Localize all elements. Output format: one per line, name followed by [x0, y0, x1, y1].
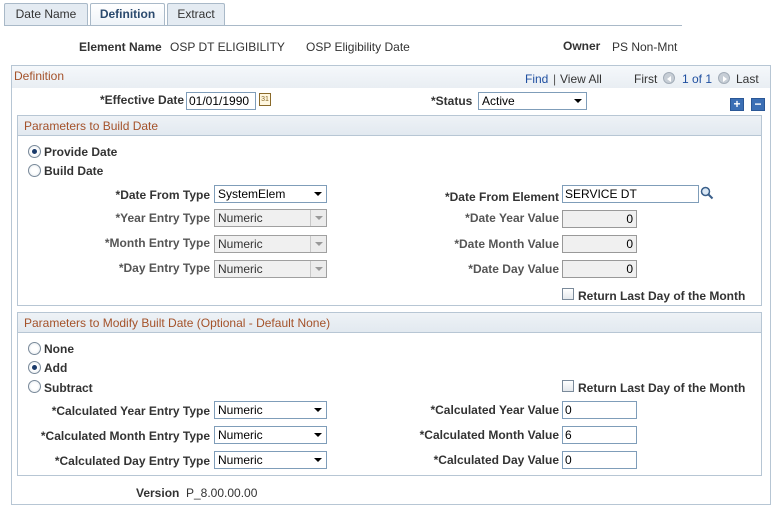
chevron-down-icon — [570, 93, 586, 109]
month-entry-type-select: Numeric — [214, 235, 327, 253]
element-name-value: OSP DT ELIGIBILITY — [170, 40, 285, 54]
calc-day-value-label: *Calculated Day Value — [433, 453, 559, 467]
year-entry-type-select: Numeric — [214, 209, 327, 227]
provide-date-radio[interactable] — [28, 145, 41, 158]
year-entry-type-label: *Year Entry Type — [115, 211, 211, 225]
tab-divider — [4, 25, 682, 26]
date-year-value-label: *Date Year Value — [465, 211, 559, 225]
build-date-header: Parameters to Build Date — [18, 116, 761, 136]
calc-month-entry-type-value: Numeric — [218, 428, 263, 442]
build-return-last-day-label: Return Last Day of the Month — [578, 289, 746, 303]
owner-value: PS Non-Mnt — [612, 40, 678, 54]
date-from-element-input[interactable]: SERVICE DT — [562, 185, 699, 203]
tab-definition[interactable]: Definition — [90, 3, 165, 26]
status-label: *Status — [431, 94, 473, 108]
none-label: None — [44, 342, 74, 356]
build-return-last-day-checkbox[interactable] — [562, 288, 574, 300]
subtract-radio[interactable] — [28, 380, 41, 393]
date-from-type-value: SystemElem — [218, 187, 286, 201]
add-row-icon[interactable]: + — [730, 98, 744, 111]
day-entry-type-value: Numeric — [218, 262, 263, 276]
year-entry-type-value: Numeric — [218, 211, 263, 225]
status-select[interactable]: Active — [478, 92, 587, 110]
modify-date-header: Parameters to Modify Built Date (Optiona… — [18, 313, 761, 333]
search-icon[interactable] — [700, 186, 714, 200]
modify-return-last-day-checkbox[interactable] — [562, 380, 574, 392]
none-radio[interactable] — [28, 342, 41, 355]
tab-label: Date Name — [15, 7, 77, 21]
chevron-down-icon — [310, 402, 326, 418]
month-entry-type-value: Numeric — [218, 237, 263, 251]
separator: | — [553, 72, 557, 86]
chevron-down-icon — [310, 427, 326, 443]
chevron-down-icon — [310, 186, 326, 202]
calc-day-entry-type-select[interactable]: Numeric — [214, 451, 327, 469]
chevron-down-icon — [310, 236, 326, 252]
month-entry-type-label: *Month Entry Type — [104, 236, 210, 250]
first-label: First — [634, 72, 658, 86]
day-entry-type-select: Numeric — [214, 260, 327, 278]
effective-date-input[interactable]: 01/01/1990 — [186, 92, 256, 110]
status-value: Active — [482, 94, 515, 108]
date-month-value-label: *Date Month Value — [454, 237, 559, 251]
chevron-down-icon — [310, 261, 326, 277]
add-label: Add — [44, 361, 68, 375]
tab-date-name[interactable]: Date Name — [4, 3, 88, 25]
find-link[interactable]: Find — [525, 72, 548, 86]
calendar-icon[interactable]: 31 — [259, 93, 271, 106]
calc-month-value-label: *Calculated Month Value — [419, 428, 559, 442]
last-label: Last — [736, 72, 759, 86]
chevron-down-icon — [310, 210, 326, 226]
owner-label: Owner — [563, 39, 601, 53]
delete-row-icon[interactable]: − — [751, 98, 765, 111]
modify-return-last-day-label: Return Last Day of the Month — [578, 381, 746, 395]
calc-month-entry-type-label: *Calculated Month Entry Type — [40, 429, 210, 443]
calc-year-value-input[interactable]: 0 — [562, 401, 637, 419]
calc-year-entry-type-select[interactable]: Numeric — [214, 401, 327, 419]
add-radio[interactable] — [28, 361, 41, 374]
tab-label: Definition — [99, 7, 156, 21]
day-entry-type-label: *Day Entry Type — [118, 261, 210, 275]
calc-year-entry-type-label: *Calculated Year Entry Type — [51, 404, 210, 418]
build-date-label: Build Date — [44, 164, 104, 178]
calc-month-entry-type-select[interactable]: Numeric — [214, 426, 327, 444]
calc-year-entry-type-value: Numeric — [218, 403, 263, 417]
date-from-type-label: *Date From Type — [115, 188, 210, 202]
date-from-type-select[interactable]: SystemElem — [214, 185, 327, 203]
chevron-down-icon — [310, 452, 326, 468]
calc-year-value-label: *Calculated Year Value — [430, 403, 559, 417]
date-month-value-field: 0 — [562, 235, 637, 253]
element-name-label: Element Name — [79, 40, 162, 54]
definition-title: Definition — [14, 69, 65, 83]
tab-extract[interactable]: Extract — [167, 3, 225, 25]
subtract-label: Subtract — [44, 381, 93, 395]
view-all-link[interactable]: View All — [560, 72, 602, 86]
calc-day-entry-type-label: *Calculated Day Entry Type — [54, 454, 210, 468]
provide-date-label: Provide Date — [44, 145, 118, 159]
date-year-value-field: 0 — [562, 210, 637, 228]
date-day-value-field: 0 — [562, 260, 637, 278]
date-day-value-label: *Date Day Value — [468, 262, 559, 276]
version-value: P_8.00.00.00 — [186, 486, 258, 500]
build-date-radio[interactable] — [28, 164, 41, 177]
tab-label: Extract — [177, 7, 215, 21]
previous-icon[interactable] — [663, 72, 675, 84]
calc-month-value-input[interactable]: 6 — [562, 426, 637, 444]
effective-date-label: *Effective Date — [100, 93, 185, 107]
version-label: Version — [136, 486, 180, 500]
calc-day-value-input[interactable]: 0 — [562, 451, 637, 469]
calc-day-entry-type-value: Numeric — [218, 453, 263, 467]
date-from-element-label: *Date From Element — [444, 190, 559, 204]
element-description: OSP Eligibility Date — [306, 40, 410, 54]
next-icon[interactable] — [718, 72, 730, 84]
page-info: 1 of 1 — [682, 72, 713, 86]
